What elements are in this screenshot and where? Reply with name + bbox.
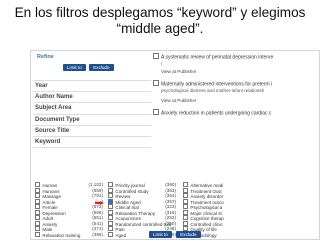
facet-source-title[interactable]: Source Title — [33, 124, 151, 136]
slide-caption: En los filtros desplegamos “keyword” y e… — [0, 0, 320, 37]
facet-document-type[interactable]: Document Type — [33, 113, 151, 125]
result-item-1[interactable]: A systematic review of perinatal depress… — [153, 53, 319, 67]
facet-year[interactable]: Year — [33, 80, 151, 91]
exclude-button-bottom[interactable]: Exclude — [176, 231, 201, 238]
result-title[interactable]: Maternally administered interventions fo… — [161, 82, 272, 88]
result-checkbox[interactable] — [153, 80, 159, 86]
keyword-item[interactable]: Relaxation training (396) — [35, 231, 107, 238]
exclude-button[interactable]: Exclude — [89, 64, 114, 71]
result-title[interactable]: A systematic review of perinatal depress… — [161, 55, 273, 61]
keyword-column-1: Human (1,102) Humans (859) Massage (791) Ar… — [35, 182, 107, 238]
result-item-3[interactable]: Anxiety reduction in patients undergoing… — [153, 109, 319, 117]
result-subtitle: psychological distress and mother-infant… — [161, 87, 265, 93]
result-subtitle: i — [161, 60, 163, 66]
limit-to-button-bottom[interactable]: Limit to — [149, 231, 172, 238]
refine-label: Refine — [37, 54, 54, 60]
keyword-facet-list: Human (1,102) Humans (859) Massage (791) Ar… — [33, 182, 319, 238]
result-title[interactable]: Anxiety reduction in patients undergoing… — [161, 111, 271, 117]
refine-panel: Refine Limit to Exclude — [33, 54, 151, 80]
keyword-column-3: Alternative medi Treatment Outc Anxiety … — [183, 182, 255, 238]
result-checkbox[interactable] — [153, 109, 159, 115]
keyword-checkbox[interactable] — [108, 231, 114, 237]
result-checkbox[interactable] — [153, 53, 159, 59]
facet-list: Year Author Name Subject Area Document T… — [33, 80, 151, 149]
red-arrow-indicator — [95, 200, 104, 205]
view-at-publisher-link-1[interactable]: View at Publisher — [153, 69, 319, 75]
caption-line-2: “middle aged”. — [116, 21, 204, 36]
caption-line-1: En los filtros desplegamos “keyword” y e… — [14, 5, 306, 20]
keyword-action-buttons: Limit to Exclude — [149, 231, 204, 238]
facet-subject-area[interactable]: Subject Area — [33, 102, 151, 113]
facet-keyword[interactable]: Keyword — [33, 135, 151, 149]
facet-author-name[interactable]: Author Name — [33, 91, 151, 102]
keyword-checkbox[interactable] — [35, 231, 41, 237]
limit-to-button[interactable]: Limit to — [63, 64, 86, 71]
result-item-2[interactable]: Maternally administered interventions fo… — [153, 80, 319, 94]
keyword-column-2: Priority journal (390) Controlled study (3… — [108, 182, 180, 238]
view-at-publisher-link-2[interactable]: View at Publisher — [153, 98, 319, 104]
search-results-screenshot: Refine Limit to Exclude A systematic rev… — [30, 50, 320, 240]
